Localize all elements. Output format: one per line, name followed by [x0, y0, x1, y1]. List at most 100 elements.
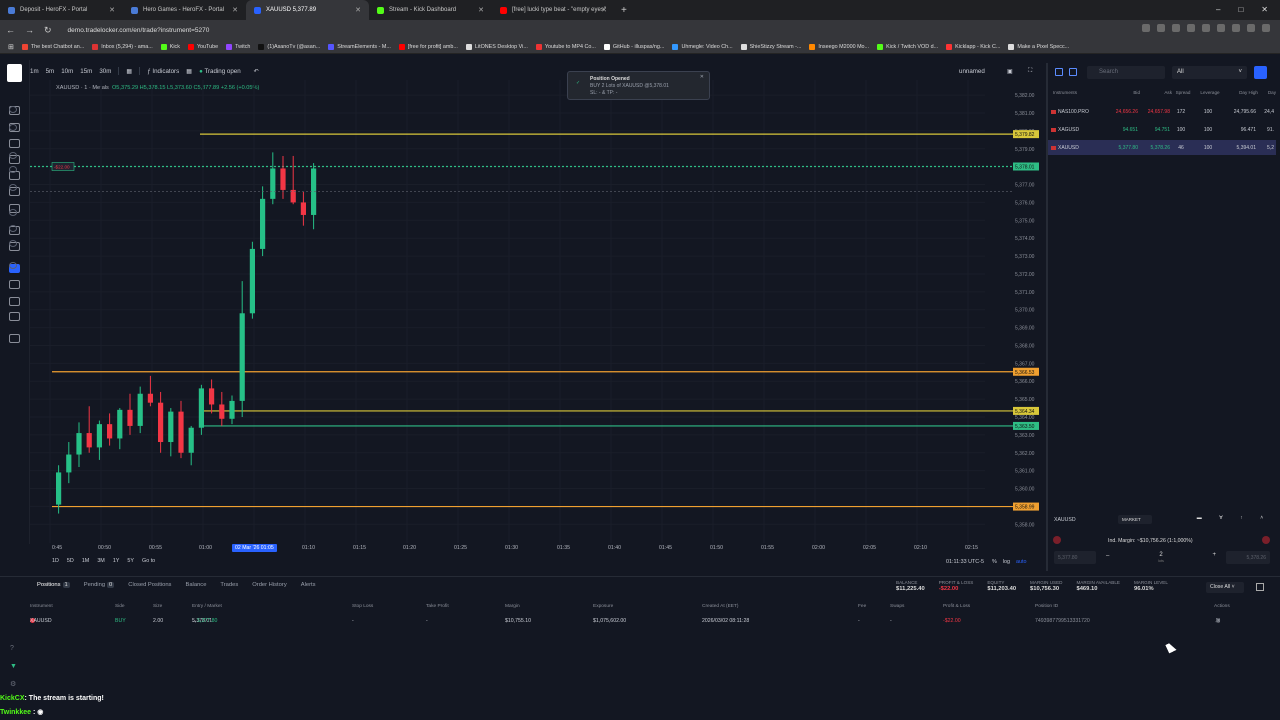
- sidebar-nav-icon[interactable]: [9, 184, 17, 191]
- column-header[interactable]: Profit & Loss: [943, 604, 970, 609]
- watchlist-icon[interactable]: [1055, 68, 1063, 76]
- camera-icon[interactable]: ▣: [1007, 68, 1013, 75]
- column-header[interactable]: Exposure: [593, 604, 613, 609]
- help-icon[interactable]: ?: [10, 640, 17, 658]
- url-field[interactable]: demo.tradelocker.com/en/trade?instrument…: [68, 27, 210, 34]
- timeframe-5m[interactable]: 5m: [46, 68, 55, 75]
- sidebar-nav-icon[interactable]: [9, 166, 17, 173]
- drawing-tool-icon[interactable]: [9, 280, 20, 289]
- tab-close-icon[interactable]: ✕: [232, 6, 238, 14]
- bookmark-item[interactable]: Uhmegle: Video Ch...: [672, 43, 733, 50]
- bookmark-item[interactable]: Make a Pixel Specc...: [1008, 43, 1069, 50]
- axis-mode-button[interactable]: log: [1003, 559, 1010, 565]
- sidebar-nav-icon[interactable]: [9, 209, 17, 216]
- bookmark-item[interactable]: StreamElements - M...: [328, 43, 391, 50]
- extension-icon[interactable]: [1217, 24, 1225, 32]
- share-icon[interactable]: [1142, 24, 1150, 32]
- menu-icon[interactable]: [1262, 24, 1270, 32]
- column-header[interactable]: Margin: [505, 604, 520, 609]
- browser-tab[interactable]: XAUUSD 5,377.89 ✕: [246, 0, 369, 20]
- bookmark-star-icon[interactable]: [1157, 24, 1165, 32]
- bookmark-item[interactable]: Youtube to MP4 Co...: [535, 43, 596, 50]
- bookmark-item[interactable]: [free for profit] amb...: [398, 43, 458, 50]
- axis-mode-button[interactable]: auto: [1016, 559, 1027, 565]
- reload-icon[interactable]: ↻: [44, 25, 52, 36]
- row-take-profit[interactable]: -: [426, 618, 428, 624]
- drawing-tool-icon[interactable]: [9, 334, 20, 343]
- quantity-stepper[interactable]: – 2 lots +: [1100, 551, 1222, 564]
- tab-positions[interactable]: Positions 1: [37, 582, 70, 588]
- column-header[interactable]: Take Profit: [426, 604, 449, 609]
- sidebar-nav-icon[interactable]: [9, 124, 17, 131]
- range-button[interactable]: Go to: [142, 558, 155, 564]
- bookmark-item[interactable]: GitHub - illuspas/ng...: [603, 43, 664, 50]
- close-all-button[interactable]: Close All ˅: [1206, 582, 1244, 593]
- watchlist-column-header[interactable]: Day High: [1226, 90, 1258, 95]
- column-header[interactable]: Side: [115, 604, 125, 609]
- tab-close-icon[interactable]: ✕: [478, 6, 484, 14]
- watchlist-column-header[interactable]: Ask: [1140, 90, 1172, 95]
- watchlist-row[interactable]: NAS100.PRO 24,656.26 24,657.98 172 100 24,795…: [1048, 104, 1276, 119]
- column-header[interactable]: Size: [153, 604, 162, 609]
- extension-icon[interactable]: [1202, 24, 1210, 32]
- bookmark-item[interactable]: Inbox (5,294) - ama...: [92, 43, 153, 50]
- collapse-icon[interactable]: ˄: [1260, 515, 1263, 524]
- range-button[interactable]: 1Y: [113, 558, 120, 564]
- axis-mode-button[interactable]: %: [992, 559, 997, 565]
- instrument-search-input[interactable]: Search: [1087, 66, 1165, 79]
- sidebar-nav-icon[interactable]: [9, 106, 17, 113]
- tab-trades[interactable]: Trades: [220, 582, 238, 588]
- tab-pending[interactable]: Pending 0: [84, 582, 115, 588]
- indicators-button[interactable]: ƒ Indicators: [147, 68, 179, 75]
- apps-icon[interactable]: ⊞: [8, 43, 14, 51]
- tab-balance[interactable]: Balance: [185, 582, 206, 588]
- bookmark-item[interactable]: YouTube: [187, 43, 218, 50]
- column-header[interactable]: Swaps: [890, 604, 904, 609]
- sidebar-nav-icon[interactable]: [9, 225, 17, 232]
- order-option-icon[interactable]: ▬: [1197, 515, 1202, 524]
- shield-icon[interactable]: ▼: [10, 658, 17, 676]
- browser-tab[interactable]: Deposit - HeroFX - Portal ✕: [0, 0, 123, 20]
- forward-icon[interactable]: →: [25, 25, 34, 35]
- sidebar-nav-icon[interactable]: [9, 152, 17, 159]
- watchlist-column-header[interactable]: Instruments: [1050, 90, 1108, 95]
- range-button[interactable]: 1D: [52, 558, 59, 564]
- watchlist-column-header[interactable]: Bid: [1108, 90, 1140, 95]
- profile-icon[interactable]: [1247, 24, 1255, 32]
- undo-icon[interactable]: ↶: [254, 68, 259, 75]
- range-button[interactable]: 3M: [97, 558, 105, 564]
- watchlist-row[interactable]: XAGUSD 94.651 94.751 100 100 96.471 91.: [1048, 122, 1276, 137]
- timeframe-30m[interactable]: 30m: [99, 68, 111, 75]
- drawing-tool-icon[interactable]: [9, 297, 20, 306]
- back-icon[interactable]: ←: [6, 25, 15, 35]
- category-select[interactable]: All ˅: [1172, 66, 1247, 79]
- new-tab-button[interactable]: +: [621, 5, 627, 16]
- tab-closed-positions[interactable]: Closed Positions: [128, 582, 171, 588]
- browser-tab[interactable]: Stream - Kick Dashboard ✕: [369, 0, 492, 20]
- layout-name[interactable]: unnamed: [959, 68, 985, 75]
- watchlist-column-header[interactable]: Leverage: [1194, 90, 1226, 95]
- bookmark-item[interactable]: LitONES Desktop Vi...: [465, 43, 528, 50]
- templates-icon[interactable]: ▦: [186, 68, 192, 75]
- table-row[interactable]: XAUUSD BUY 2.00 5,378.01 → 5,377.80 - - …: [30, 618, 1270, 628]
- favorites-icon[interactable]: [1069, 68, 1077, 76]
- increase-icon[interactable]: +: [1212, 552, 1216, 558]
- sidebar-nav-icon[interactable]: [9, 240, 17, 247]
- timeframe-1m[interactable]: 1m: [30, 68, 39, 75]
- drawing-tool-icon[interactable]: [9, 312, 20, 321]
- fullscreen-icon[interactable]: ⛶: [1028, 67, 1032, 75]
- toast-close-icon[interactable]: ✕: [700, 74, 704, 81]
- range-button[interactable]: 1M: [82, 558, 90, 564]
- buy-button[interactable]: 5,378.26: [1226, 551, 1270, 564]
- tab-order-history[interactable]: Order History: [252, 582, 286, 588]
- extension-icon[interactable]: [1172, 24, 1180, 32]
- bookmark-item[interactable]: Twitch: [226, 43, 250, 50]
- browser-tab[interactable]: [free] lucki type beat - "empty eyes" ✕: [492, 0, 615, 20]
- extension-icon[interactable]: [1187, 24, 1195, 32]
- price-chart[interactable]: 5,382.005,381.005,380.005,379.005,378.00…: [30, 80, 1042, 543]
- bookmark-item[interactable]: Inseego M2000 Mo...: [809, 43, 869, 50]
- tab-close-icon[interactable]: ✕: [109, 6, 115, 14]
- range-button[interactable]: 5Y: [127, 558, 134, 564]
- column-header[interactable]: Stop Loss: [352, 604, 373, 609]
- maximize-icon[interactable]: □: [1238, 5, 1243, 14]
